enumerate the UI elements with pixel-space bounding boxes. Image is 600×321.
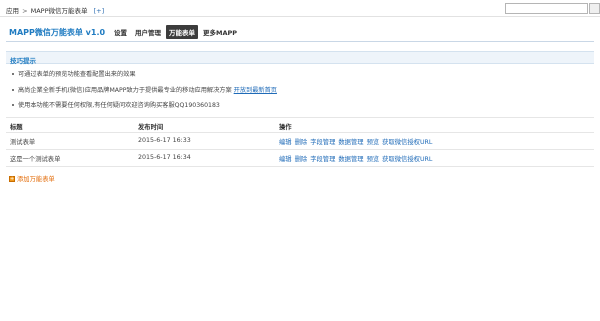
main-nav: 设置 用户管理 万能表单 更多MAPP [111, 25, 242, 39]
field-manage-link[interactable]: 字段管理 [310, 156, 335, 163]
search-button[interactable] [589, 3, 600, 14]
breadcrumb-add-shortcut[interactable]: [+] [94, 7, 105, 15]
bullet-icon [12, 89, 14, 91]
column-header-actions: 操作 [279, 124, 292, 131]
top-bar: 应用 > MAPP微信万能表单 [+] [0, 0, 600, 17]
tip-item: 使用本功能不需要任何权限,有任何疑问欢迎咨询购买客服QQ190360183 [12, 100, 220, 109]
nav-tab-users[interactable]: 用户管理 [132, 25, 164, 39]
table-header: 标题 发布时间 操作 [6, 117, 594, 133]
column-header-time: 发布时间 [138, 124, 164, 131]
tip-item: 高尚企業全新手机(微信)应用品牌MAPP致力于提供最专业的移动应用解决方案 开放… [12, 85, 277, 94]
add-icon: + [9, 176, 15, 182]
row-actions: 编辑 删除 字段管理 数据管理 预览 获取微信授权URL [279, 154, 435, 163]
get-wechat-auth-url-link[interactable]: 获取微信授权URL [382, 156, 432, 163]
tip-item: 可通过表单的预览功能查看配置出来的效果 [12, 69, 136, 78]
preview-link[interactable]: 预览 [367, 139, 380, 146]
nav-tab-forms[interactable]: 万能表单 [166, 25, 198, 39]
add-form-link[interactable]: + 添加万能表单 [9, 174, 55, 183]
edit-link[interactable]: 编辑 [279, 156, 292, 163]
row-time: 2015-6-17 16:34 [138, 154, 191, 161]
delete-link[interactable]: 删除 [295, 156, 308, 163]
header-divider [6, 41, 594, 42]
row-title: 测试表单 [10, 139, 36, 146]
row-title: 这是一个测试表单 [10, 156, 61, 163]
breadcrumb-current[interactable]: MAPP微信万能表单 [31, 7, 88, 15]
breadcrumb-separator: > [22, 7, 28, 15]
nav-tab-more-mapp[interactable]: 更多MAPP [200, 25, 240, 39]
tips-header: 技巧提示 [6, 51, 594, 65]
get-wechat-auth-url-link[interactable]: 获取微信授权URL [382, 139, 432, 146]
table-row: 测试表单 2015-6-17 16:33 编辑 删除 字段管理 数据管理 预览 获取微信授… [6, 133, 594, 150]
tip-text: 可通过表单的预览功能查看配置出来的效果 [18, 71, 136, 78]
tip-text: 高尚企業全新手机(微信)应用品牌MAPP致力于提供最专业的移动应用解决方案 [18, 87, 234, 94]
edit-link[interactable]: 编辑 [279, 139, 292, 146]
bullet-icon [12, 73, 14, 75]
data-manage-link[interactable]: 数据管理 [338, 139, 363, 146]
tip-text: 使用本功能不需要任何权限,有任何疑问欢迎咨询购买客服QQ190360183 [18, 102, 220, 109]
delete-link[interactable]: 删除 [295, 139, 308, 146]
breadcrumb: 应用 > MAPP微信万能表单 [+] [6, 5, 104, 15]
tips-title: 技巧提示 [10, 57, 36, 65]
row-actions: 编辑 删除 字段管理 数据管理 预览 获取微信授权URL [279, 137, 435, 146]
tip-link[interactable]: 开放到最新首页 [234, 87, 277, 94]
field-manage-link[interactable]: 字段管理 [310, 139, 335, 146]
add-form-label: 添加万能表单 [17, 176, 55, 183]
preview-link[interactable]: 预览 [367, 156, 380, 163]
column-header-title: 标题 [10, 124, 23, 131]
data-manage-link[interactable]: 数据管理 [338, 156, 363, 163]
app-title: MAPP微信万能表单 v1.0 [9, 28, 106, 37]
table-row: 这是一个测试表单 2015-6-17 16:34 编辑 删除 字段管理 数据管理 预览获… [6, 150, 594, 167]
nav-tab-settings[interactable]: 设置 [111, 25, 130, 39]
row-time: 2015-6-17 16:33 [138, 137, 191, 144]
bullet-icon [12, 104, 14, 106]
forms-table: 标题 发布时间 操作 测试表单 2015-6-17 16:33 编辑 删除 字段管理… [6, 117, 594, 167]
breadcrumb-root[interactable]: 应用 [6, 7, 19, 15]
search-input[interactable] [505, 3, 588, 14]
